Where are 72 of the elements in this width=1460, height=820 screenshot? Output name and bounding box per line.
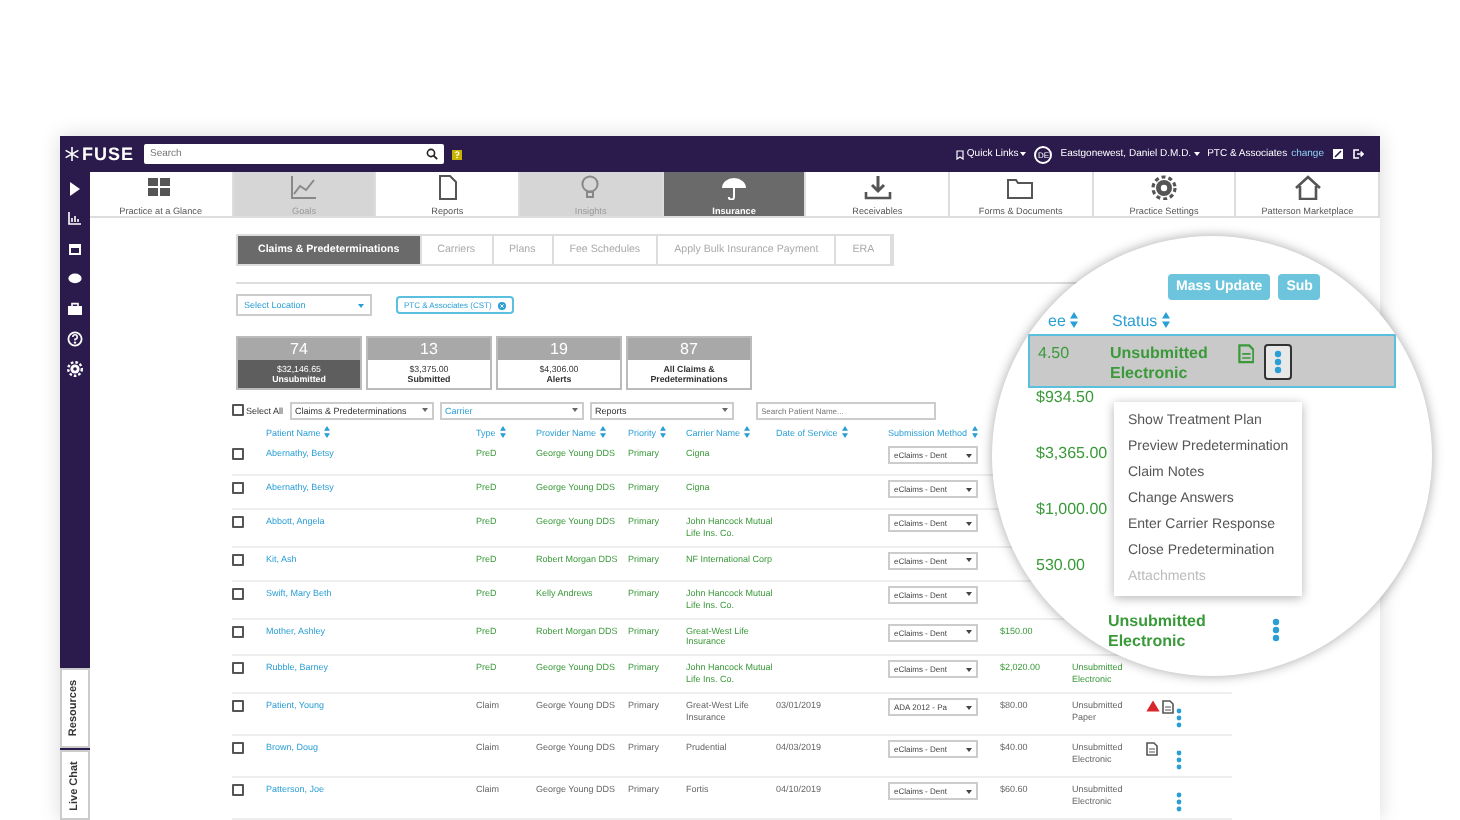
caret-icon (966, 705, 972, 709)
row-checkbox[interactable] (232, 482, 244, 495)
claim-status: Unsubmitted Electronic (1108, 612, 1206, 650)
row-checkbox[interactable] (232, 662, 244, 675)
snowflake-icon (64, 146, 80, 162)
gear-icon (1150, 173, 1179, 200)
kebab-icon (1272, 618, 1280, 642)
more-options-button[interactable] (1264, 344, 1292, 380)
sort-icon[interactable] (1161, 312, 1170, 328)
calendar-icon[interactable] (66, 240, 84, 258)
fee-amount: $934.50 (1036, 388, 1094, 406)
sort-icon[interactable] (744, 426, 751, 439)
app-logo: FUSE (82, 144, 135, 164)
chart-icon[interactable] (66, 210, 84, 228)
caret-icon (721, 408, 728, 413)
sort-icon[interactable] (324, 426, 331, 439)
sort-icon[interactable] (600, 426, 607, 439)
logout-icon[interactable] (1352, 148, 1364, 160)
caret-icon (421, 408, 428, 413)
sort-icon[interactable] (1069, 312, 1078, 328)
document-icon (433, 173, 462, 200)
chart-icon (290, 173, 318, 200)
caret-icon (966, 630, 972, 635)
house-icon (1293, 173, 1322, 200)
row-checkbox[interactable] (232, 516, 244, 529)
column-header[interactable]: ee (1048, 311, 1066, 329)
select-all-checkbox[interactable] (232, 404, 244, 417)
gear-icon[interactable] (66, 360, 84, 378)
row-checkbox[interactable] (232, 553, 244, 566)
row-checkbox[interactable] (232, 587, 244, 600)
more-options-icon[interactable] (1176, 708, 1182, 728)
umbrella-icon (720, 173, 749, 200)
download-icon (863, 173, 892, 200)
kebab-icon (1274, 350, 1282, 374)
table-row[interactable]: 4.50 Unsubmitted Electronic (1028, 334, 1396, 388)
caret-icon (358, 303, 364, 308)
caret-icon (571, 408, 578, 413)
row-checkbox[interactable] (232, 448, 244, 461)
bookmark-icon (956, 149, 965, 159)
more-options-icon[interactable] (1176, 792, 1182, 812)
more-options-icon[interactable] (1176, 750, 1182, 770)
edit-icon[interactable] (1332, 148, 1344, 160)
search-icon[interactable] (426, 148, 438, 160)
caret-icon (1020, 152, 1027, 156)
play-icon[interactable] (66, 180, 84, 198)
caret-icon (966, 453, 972, 458)
help-icon[interactable] (452, 149, 462, 159)
help-icon[interactable] (66, 330, 84, 348)
column-header[interactable]: Status (1112, 311, 1158, 329)
caret-icon (966, 558, 972, 563)
grid-icon (146, 173, 175, 200)
sort-icon[interactable] (971, 426, 978, 439)
folder-icon (1006, 173, 1035, 200)
briefcase-icon[interactable] (66, 300, 84, 318)
fee-amount: 4.50 (1038, 344, 1070, 362)
caret-icon (966, 521, 972, 526)
remove-icon[interactable] (497, 301, 506, 310)
claim-status: Unsubmitted Electronic (1110, 344, 1208, 382)
caret-icon (966, 667, 972, 672)
row-checkbox[interactable] (232, 784, 244, 796)
sort-icon[interactable] (841, 426, 848, 439)
caret-icon (966, 789, 972, 793)
row-checkbox[interactable] (232, 742, 244, 754)
row-checkbox[interactable] (232, 700, 244, 712)
caret-icon (966, 487, 972, 492)
caret-icon (966, 747, 972, 751)
caret-icon (1193, 152, 1200, 156)
row-checkbox[interactable] (232, 625, 244, 638)
sort-icon[interactable] (660, 426, 667, 439)
sort-icon[interactable] (499, 426, 506, 439)
caret-icon (966, 592, 972, 597)
chat-icon[interactable] (66, 270, 84, 288)
